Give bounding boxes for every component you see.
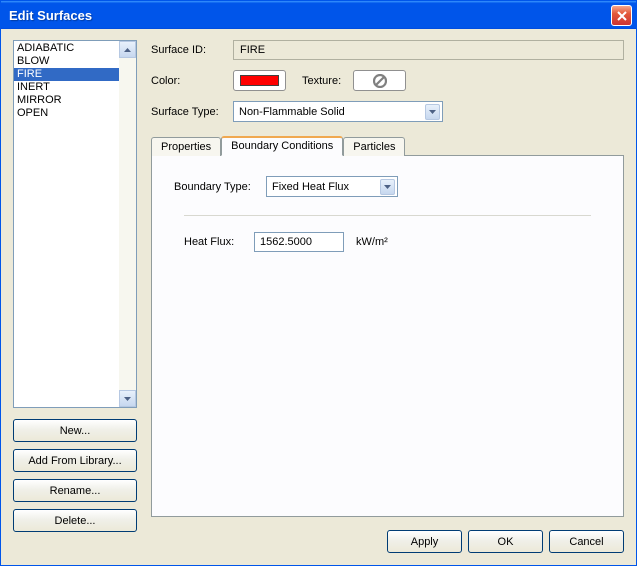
boundary-type-value: Fixed Heat Flux xyxy=(272,181,380,193)
ok-button[interactable]: OK xyxy=(468,530,543,553)
add-from-library-button[interactable]: Add From Library... xyxy=(13,449,137,472)
chevron-down-icon xyxy=(425,104,440,120)
tab-strip: PropertiesBoundary ConditionsParticles xyxy=(151,136,624,155)
scroll-track[interactable] xyxy=(119,58,136,390)
new-button[interactable]: New... xyxy=(13,419,137,442)
boundary-type-label: Boundary Type: xyxy=(174,181,266,193)
delete-button[interactable]: Delete... xyxy=(13,509,137,532)
chevron-up-icon xyxy=(124,48,131,52)
close-icon xyxy=(617,11,627,21)
heat-flux-input[interactable] xyxy=(254,232,344,252)
color-label: Color: xyxy=(151,75,233,87)
surface-type-value: Non-Flammable Solid xyxy=(239,106,425,118)
texture-button[interactable] xyxy=(353,70,406,91)
boundary-type-select[interactable]: Fixed Heat Flux xyxy=(266,176,398,197)
surface-id-label: Surface ID: xyxy=(151,44,233,56)
list-item[interactable]: BLOW xyxy=(14,55,136,68)
no-texture-icon xyxy=(373,74,387,88)
cancel-button[interactable]: Cancel xyxy=(549,530,624,553)
heat-flux-unit: kW/m² xyxy=(356,236,388,248)
tab-properties[interactable]: Properties xyxy=(151,137,221,156)
texture-label: Texture: xyxy=(302,75,341,87)
titlebar: Edit Surfaces xyxy=(1,1,636,30)
surface-id-field: FIRE xyxy=(233,40,624,60)
apply-button[interactable]: Apply xyxy=(387,530,462,553)
rename-button[interactable]: Rename... xyxy=(13,479,137,502)
surface-type-label: Surface Type: xyxy=(151,106,233,118)
chevron-down-icon xyxy=(124,397,131,401)
list-item[interactable]: OPEN xyxy=(14,107,136,120)
list-item[interactable]: FIRE xyxy=(14,68,136,81)
color-swatch-button[interactable] xyxy=(233,70,286,91)
scroll-up-button[interactable] xyxy=(119,41,136,58)
scrollbar[interactable] xyxy=(119,41,136,407)
window-title: Edit Surfaces xyxy=(9,8,611,23)
surface-type-select[interactable]: Non-Flammable Solid xyxy=(233,101,443,122)
list-item[interactable]: MIRROR xyxy=(14,94,136,107)
list-item[interactable]: ADIABATIC xyxy=(14,42,136,55)
heat-flux-label: Heat Flux: xyxy=(184,236,254,248)
tab-boundary-conditions[interactable]: Boundary Conditions xyxy=(221,136,343,156)
list-item[interactable]: INERT xyxy=(14,81,136,94)
tab-panel-boundary-conditions: Boundary Type: Fixed Heat Flux Heat Flux… xyxy=(151,155,624,517)
surface-listbox[interactable]: ADIABATICBLOWFIREINERTMIRROROPEN xyxy=(13,40,137,408)
tab-particles[interactable]: Particles xyxy=(343,137,405,156)
dialog-client: ADIABATICBLOWFIREINERTMIRROROPEN New... … xyxy=(1,29,636,565)
close-button[interactable] xyxy=(611,5,632,26)
scroll-down-button[interactable] xyxy=(119,390,136,407)
chevron-down-icon xyxy=(380,179,395,195)
color-swatch xyxy=(240,75,279,86)
